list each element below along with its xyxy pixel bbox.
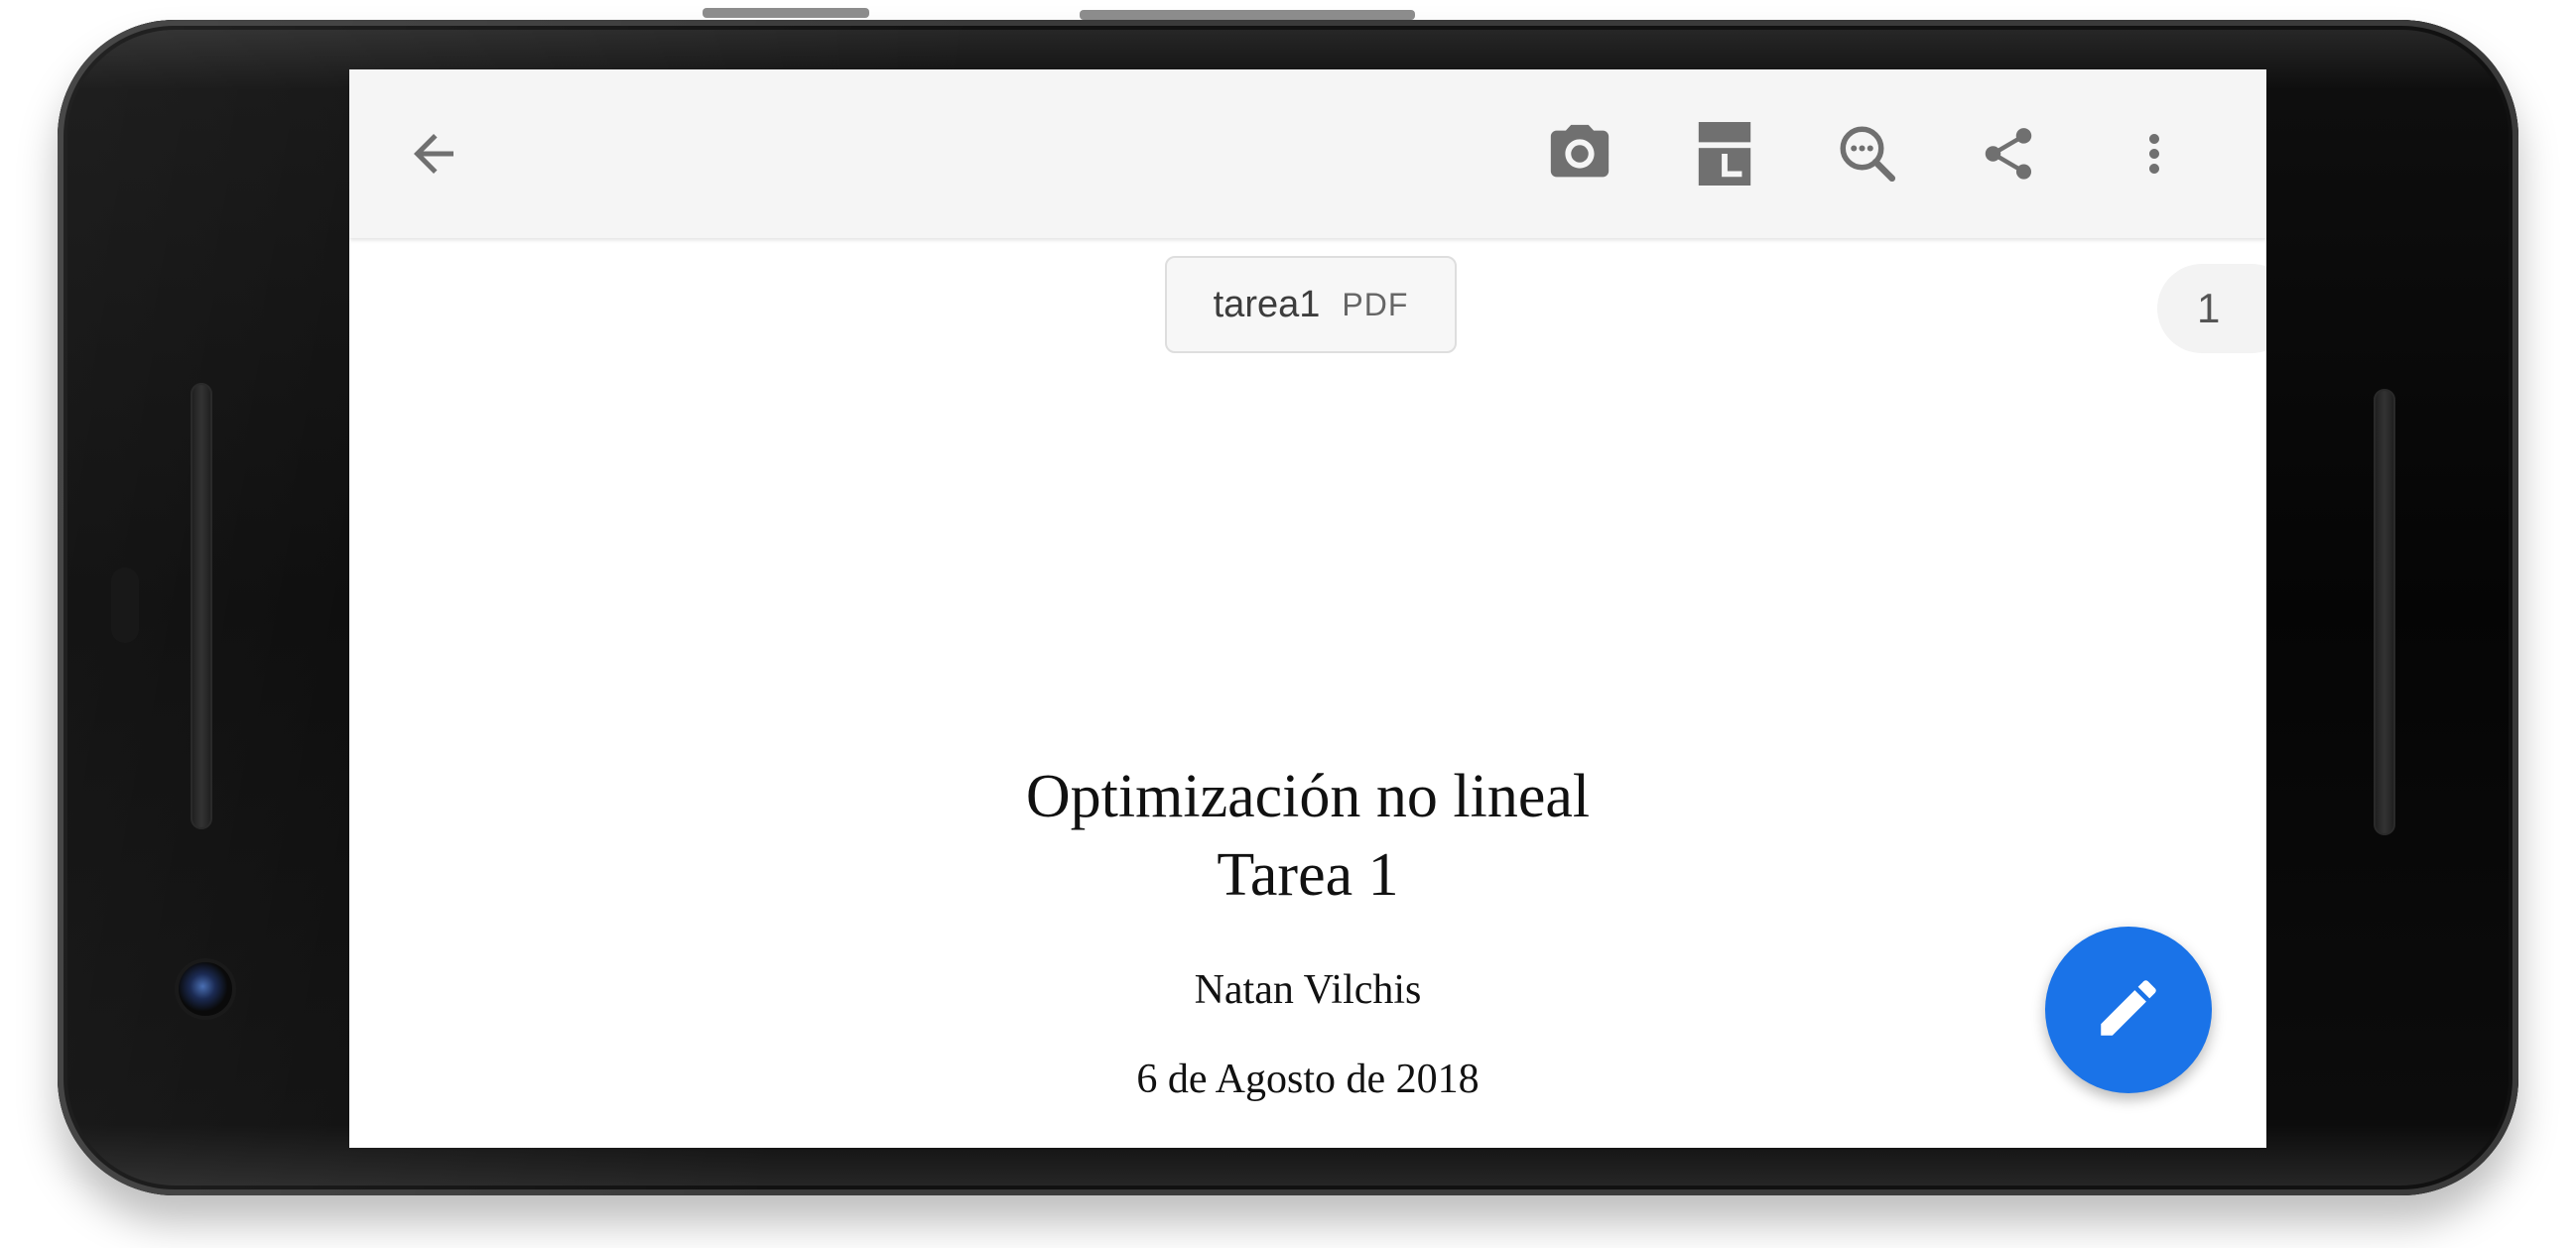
document-author: Natan Vilchis [1194, 967, 1422, 1013]
edit-fab-button[interactable] [2045, 927, 2212, 1093]
find-in-page-icon [1835, 121, 1900, 187]
document-title: Optimización no lineal [1025, 763, 1591, 830]
split-page-icon [1693, 119, 1756, 188]
file-name-chip: tarea1 PDF [1165, 256, 1457, 353]
volume-button [703, 8, 869, 18]
document-subtitle: Tarea 1 [1217, 841, 1399, 909]
more-vert-icon [2125, 124, 2184, 184]
document-date: 6 de Agosto de 2018 [1136, 1057, 1480, 1102]
page-number: 1 [2197, 285, 2221, 331]
file-type: PDF [1342, 286, 1409, 322]
top-toolbar [349, 69, 2266, 238]
more-options-button[interactable] [2115, 114, 2194, 193]
left-speaker-grille [191, 383, 212, 829]
edit-pencil-icon [2092, 971, 2165, 1050]
app-screen: tarea1 PDF 1 Optimización no lineal Tare… [349, 69, 2266, 1148]
device-frame-stage: tarea1 PDF 1 Optimización no lineal Tare… [0, 0, 2576, 1248]
file-name: tarea1 [1213, 283, 1321, 325]
camera-icon [1545, 119, 1614, 188]
front-camera [179, 962, 232, 1016]
screenshot-button[interactable] [1540, 114, 1619, 193]
right-speaker-grille [2374, 389, 2395, 835]
share-button[interactable] [1969, 114, 2048, 193]
back-button[interactable] [394, 114, 473, 193]
back-arrow-icon [404, 124, 463, 184]
proximity-sensor [111, 567, 139, 643]
find-in-page-button[interactable] [1828, 114, 1907, 193]
share-icon [1978, 123, 2039, 185]
page-number-indicator: 1 [2157, 264, 2266, 353]
page-layout-button[interactable] [1685, 114, 1764, 193]
power-button [1080, 10, 1415, 20]
